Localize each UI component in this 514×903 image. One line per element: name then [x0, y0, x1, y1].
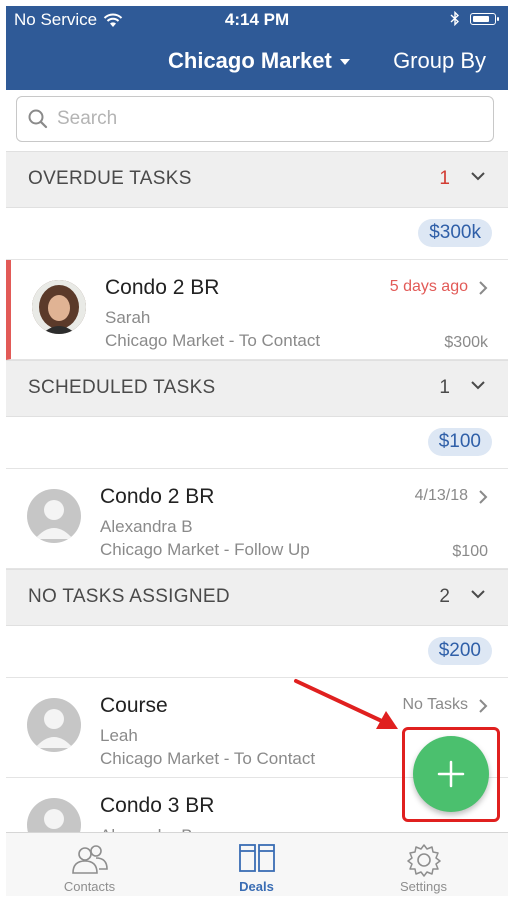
chevron-down-icon	[471, 590, 485, 599]
deal-amount: $100	[452, 543, 488, 560]
settings-icon	[406, 844, 441, 877]
battery-icon	[470, 12, 499, 25]
deal-contact: Alexandra B	[100, 517, 193, 536]
deal-name: Course	[100, 694, 168, 717]
section-total-row: $300k	[6, 208, 508, 260]
deal-name: Condo 3 BR	[100, 794, 215, 817]
avatar	[27, 698, 81, 752]
contacts-icon	[71, 845, 108, 874]
deal-name: Condo 2 BR	[100, 485, 215, 508]
deal-amount: $300k	[444, 334, 488, 351]
group-by-button[interactable]: Group By	[393, 48, 486, 74]
total-badge: $300k	[418, 219, 492, 247]
deal-stage: Chicago Market - Follow Up	[100, 540, 310, 559]
avatar	[27, 489, 81, 543]
deal-name: Condo 2 BR	[105, 276, 220, 299]
section-title: SCHEDULED TASKS	[28, 377, 216, 398]
nav-header: No Service 4:14 PM Chicago Market Group …	[6, 6, 508, 90]
section-header-no-tasks[interactable]: NO TASKS ASSIGNED 2	[6, 569, 508, 626]
tab-contacts[interactable]: Contacts	[6, 833, 173, 896]
section-total-row: $100	[6, 417, 508, 469]
section-header-overdue[interactable]: OVERDUE TASKS 1	[6, 151, 508, 208]
tab-label: Contacts	[63, 879, 116, 894]
chevron-right-icon	[479, 490, 488, 504]
caret-down-icon	[339, 59, 350, 65]
deals-icon	[238, 844, 275, 872]
deal-due: 5 days ago	[389, 278, 468, 295]
chevron-right-icon	[479, 699, 488, 713]
annotation-highlight-box	[402, 727, 500, 822]
section-header-scheduled[interactable]: SCHEDULED TASKS 1	[6, 360, 508, 417]
section-count: 2	[439, 586, 450, 607]
section-title: NO TASKS ASSIGNED	[28, 586, 230, 607]
status-time: 4:14 PM	[224, 10, 290, 29]
deal-due: No Tasks	[402, 696, 468, 713]
section-title: OVERDUE TASKS	[28, 168, 192, 189]
deal-contact: Sarah	[105, 308, 151, 327]
section-total-row: $200	[6, 626, 508, 678]
section-count: 1	[439, 168, 450, 189]
chevron-right-icon	[479, 281, 488, 295]
deal-contact: Leah	[100, 726, 138, 745]
search-field[interactable]	[16, 96, 494, 142]
chevron-down-icon	[471, 172, 485, 181]
section-count: 1	[439, 377, 450, 398]
total-badge: $100	[427, 428, 492, 456]
deal-due: 4/13/18	[414, 487, 468, 504]
tab-label: Deals	[239, 879, 274, 894]
total-badge: $200	[427, 637, 492, 665]
market-title: Chicago Market	[168, 48, 332, 73]
deal-stage: Chicago Market - To Contact	[105, 331, 321, 350]
deal-row[interactable]: Condo 2 BR Sarah Chicago Market - To Con…	[6, 260, 508, 360]
annotation-arrow-icon	[294, 679, 398, 729]
tab-deals[interactable]: Deals	[173, 833, 340, 896]
tab-label: Settings	[400, 879, 447, 894]
bluetooth-icon	[450, 11, 460, 26]
search-bar	[6, 90, 508, 160]
deal-row[interactable]: Condo 2 BR Alexandra B Chicago Market - …	[6, 469, 508, 569]
tab-settings[interactable]: Settings	[340, 833, 507, 896]
search-input[interactable]	[55, 107, 459, 131]
tab-bar: Contacts Deals Settings	[6, 832, 508, 896]
avatar	[32, 280, 86, 334]
market-selector[interactable]: Chicago Market	[168, 48, 350, 74]
deal-stage: Chicago Market - To Contact	[100, 749, 316, 768]
status-bar: No Service 4:14 PM	[6, 6, 508, 32]
chevron-down-icon	[471, 381, 485, 390]
search-icon	[28, 109, 48, 129]
